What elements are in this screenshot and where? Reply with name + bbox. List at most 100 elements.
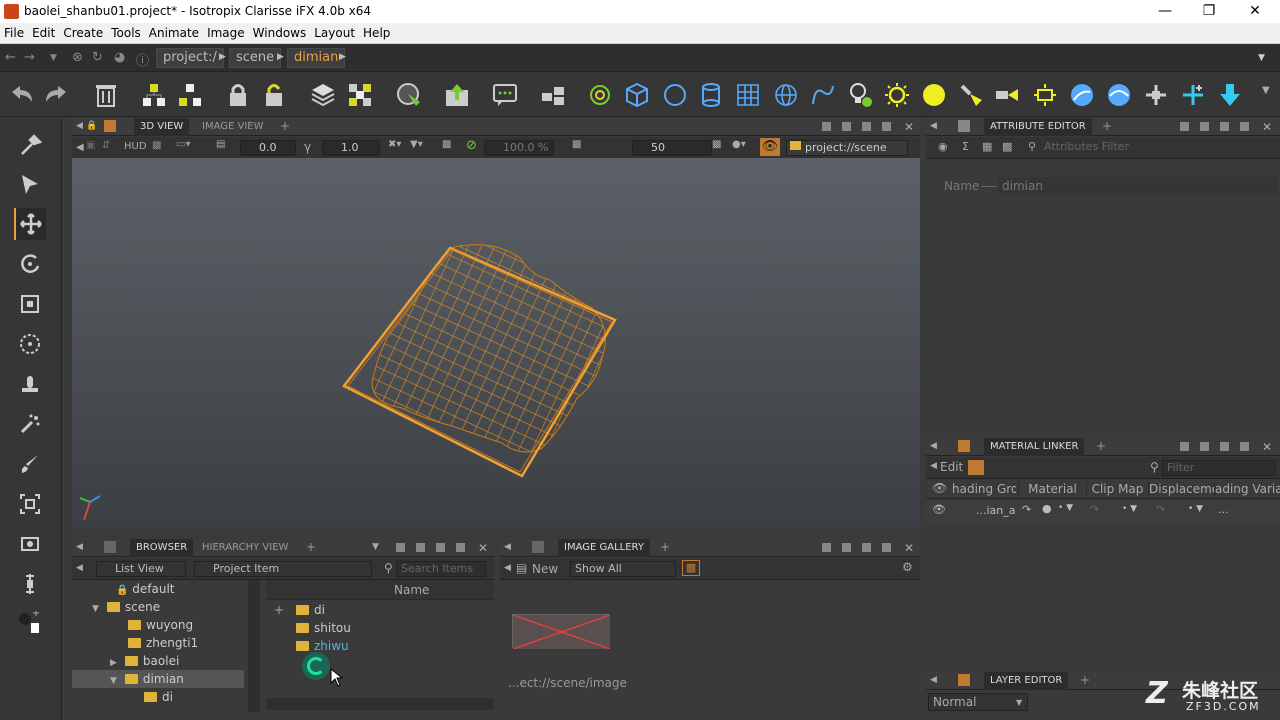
context-icon[interactable] <box>307 79 339 111</box>
blend-mode-dropdown-icon[interactable]: ▼ <box>1016 698 1022 707</box>
refresh-icon[interactable]: ↻ <box>92 50 103 65</box>
collapse-arrow-icon[interactable]: ◀ <box>76 142 84 153</box>
row-visibility-icon[interactable]: 👁 <box>932 503 946 516</box>
reference-icon[interactable] <box>393 79 425 111</box>
delete-icon[interactable] <box>90 79 122 111</box>
ungroup-icon[interactable] <box>174 79 206 111</box>
tab-image-view[interactable]: IMAGE VIEW <box>196 118 269 136</box>
menu-layout[interactable]: Layout <box>310 23 359 43</box>
add-tab-icon[interactable]: + <box>306 540 316 554</box>
history-dropdown-icon[interactable]: ▼ <box>50 53 57 63</box>
display-mode-icon[interactable]: ▩ <box>152 140 161 151</box>
collapse-arrow-icon[interactable]: ◀ <box>930 441 937 451</box>
view-mode-select[interactable]: List View <box>96 561 186 577</box>
layout-grid-icon[interactable] <box>396 543 405 552</box>
redo-icon[interactable] <box>41 79 73 111</box>
back-arrow-icon[interactable]: ← <box>5 50 16 65</box>
collapse-arrow-icon[interactable]: ◀ <box>76 563 83 573</box>
region-icon[interactable]: ▩ <box>572 139 581 150</box>
comment-icon[interactable] <box>489 79 521 111</box>
progressive-icon[interactable]: ⊘ <box>466 138 477 153</box>
edit-menu[interactable]: Edit <box>940 460 963 474</box>
tab-browser[interactable]: BROWSER <box>130 539 194 557</box>
breadcrumb-scene[interactable]: scene <box>229 48 282 68</box>
layout-rows-icon[interactable] <box>842 543 851 552</box>
sphere-light-icon[interactable] <box>918 79 950 111</box>
screen-icon[interactable]: ▭▾ <box>176 139 190 150</box>
close-panel-icon[interactable]: ✕ <box>1262 120 1272 134</box>
image-mode-icon[interactable]: ▩ <box>682 560 700 576</box>
tree-item[interactable]: 🔒 default <box>72 580 248 598</box>
stop-icon[interactable]: ⊗ <box>72 50 83 65</box>
tools-icon[interactable]: ✖▾ <box>388 139 401 150</box>
context-select[interactable]: project://scene <box>786 140 908 156</box>
export-icon[interactable]: ▩ <box>1002 140 1012 153</box>
sun-light-icon[interactable] <box>881 79 913 111</box>
rotate-icon[interactable] <box>14 248 46 280</box>
layout-rows-icon[interactable] <box>1200 442 1209 451</box>
close-panel-icon[interactable]: ✕ <box>1262 440 1272 454</box>
add-tab-icon[interactable]: + <box>1080 673 1090 687</box>
brush-icon[interactable] <box>14 448 46 480</box>
close-button[interactable]: ✕ <box>1240 2 1270 20</box>
tree-item[interactable]: ▼ scene <box>72 598 248 616</box>
blend-mode-select[interactable]: Normal <box>928 693 1028 711</box>
attributes-filter-input[interactable]: Attributes Filter <box>1040 140 1276 156</box>
clipmap-link-icon[interactable]: ↷ <box>1090 503 1099 516</box>
more-button[interactable]: ... <box>1218 503 1229 516</box>
column-name[interactable]: Name <box>394 583 429 597</box>
list-item[interactable]: zhiwu <box>266 637 494 655</box>
maximize-panel-icon[interactable] <box>1240 122 1249 131</box>
breadcrumb-project[interactable]: project:/ <box>156 48 224 68</box>
clipmap-dropdown-icon[interactable]: • ▼ <box>1122 504 1137 514</box>
menu-create[interactable]: Create <box>59 23 107 43</box>
material-icon[interactable] <box>968 460 984 475</box>
home-icon[interactable]: ◕ <box>114 50 125 65</box>
add-tab-icon[interactable]: + <box>1096 439 1106 453</box>
locator-icon[interactable] <box>1177 79 1209 111</box>
collapse-arrow-icon[interactable]: ◀ <box>930 121 937 131</box>
directional-light-icon[interactable] <box>991 79 1023 111</box>
explode-icon[interactable] <box>344 79 376 111</box>
column-shading-variable[interactable]: ading Variab <box>1214 482 1280 496</box>
spray-icon[interactable] <box>14 408 46 440</box>
tab-hierarchy-view[interactable]: HIERARCHY VIEW <box>196 539 294 557</box>
spot-light-icon[interactable] <box>955 79 987 111</box>
menu-animate[interactable]: Animate <box>145 23 203 43</box>
layout-cols-icon[interactable] <box>862 122 871 131</box>
samples-field[interactable]: 50 <box>632 140 712 156</box>
material-sphere-icon[interactable]: ● <box>1042 502 1052 515</box>
tree-item[interactable]: zhengti1 <box>72 634 248 652</box>
item-type-select[interactable]: Project Item <box>194 561 372 577</box>
tree-item[interactable]: wuyong <box>72 616 248 634</box>
collapse-arrow-icon[interactable]: ◀ <box>76 542 83 552</box>
collapse-arrow-icon[interactable]: ◀ <box>76 121 83 131</box>
expand-icon[interactable]: ▦ <box>982 140 992 153</box>
browser-menu-dropdown-icon[interactable]: ▼ <box>372 542 379 552</box>
visibility-icon[interactable]: 👁 <box>760 138 780 156</box>
area-light-icon[interactable] <box>1029 79 1061 111</box>
show-filter-select[interactable]: Show All <box>570 561 676 577</box>
camera-icon[interactable]: ▩ <box>442 139 451 150</box>
list-hscrollbar[interactable] <box>266 698 494 710</box>
shading-icon[interactable]: ●▾ <box>732 139 746 150</box>
collapse-arrow-icon[interactable]: ◀ <box>504 542 511 552</box>
tree-scrollbar[interactable] <box>248 580 260 712</box>
transform-icon[interactable] <box>1140 79 1172 111</box>
layout-cols-icon[interactable] <box>1220 442 1229 451</box>
import-icon[interactable] <box>441 79 473 111</box>
grid-icon[interactable] <box>732 79 764 111</box>
search-items-input[interactable]: Search Items <box>396 561 486 577</box>
tree-item[interactable]: di <box>72 688 248 706</box>
column-clip-map[interactable]: Clip Map <box>1086 482 1148 496</box>
layout-cols-icon[interactable] <box>1220 122 1229 131</box>
column-material[interactable]: Material <box>1018 482 1086 496</box>
zoom-field[interactable]: 100.0 % <box>484 140 554 156</box>
menu-image[interactable]: Image <box>203 23 249 43</box>
name-field[interactable]: dimian <box>998 177 1278 195</box>
camera-frame-icon[interactable] <box>14 528 46 560</box>
universal-manipulator-icon[interactable] <box>14 328 46 360</box>
wire-icon[interactable]: ⇵ <box>102 140 110 151</box>
comment-toggle-icon[interactable]: ◉ <box>938 140 948 153</box>
settings-icon[interactable]: ⚙ <box>902 560 913 574</box>
